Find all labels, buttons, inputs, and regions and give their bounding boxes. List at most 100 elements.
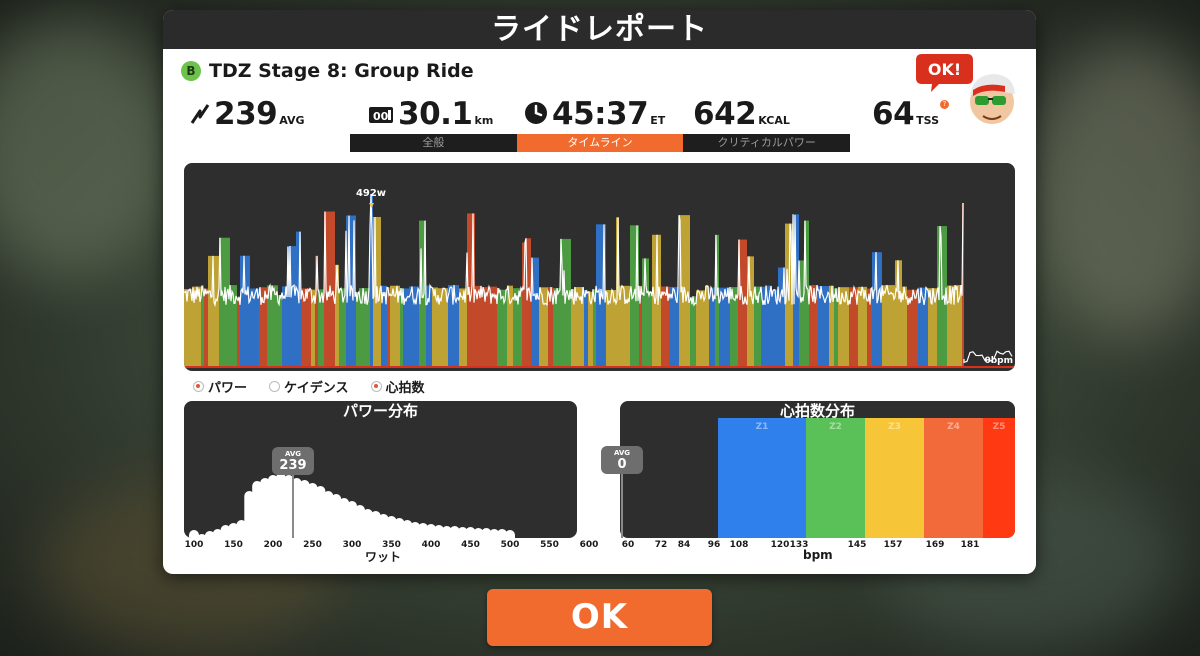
tab-timeline[interactable]: タイムライン <box>516 134 684 152</box>
power-avg-badge: AVG 239 <box>272 447 314 475</box>
route-category-badge: B <box>181 61 201 81</box>
heart-rate-zone-z2: Z2 <box>806 418 865 538</box>
ok-button[interactable]: OK <box>487 589 712 646</box>
modal-title: ライドレポート <box>163 10 1036 49</box>
heart-rate-distribution-chart: 心拍数分布 Z1 Z2 Z3 Z4 Z5 <box>620 401 1015 538</box>
avg-power-value: 239 <box>214 96 278 132</box>
clock-icon <box>525 102 547 124</box>
legend-heart-rate[interactable]: 心拍数 <box>370 377 425 396</box>
timeline-zone-segment <box>693 296 696 367</box>
hr-avg-line <box>621 472 623 538</box>
hr-avg-badge-value: 0 <box>617 457 627 472</box>
timeline-zone-segment <box>872 252 882 367</box>
svg-text:00: 00 <box>373 110 389 123</box>
peak-power-label: 492w <box>356 188 386 199</box>
background-blob <box>1030 40 1200 340</box>
legend-power[interactable]: パワー <box>193 377 247 396</box>
timeline-zone-segment <box>250 288 259 367</box>
distance-value: 30.1 <box>398 96 473 132</box>
timeline-zone-segment <box>301 288 311 367</box>
heart-rate-zone-z4: Z4 <box>924 418 983 538</box>
hr-x-tick: 108 <box>729 540 749 550</box>
legend-cadence-label: ケイデンス <box>284 381 349 396</box>
timeline-zone-segment <box>278 295 282 367</box>
timeline-zone-segment <box>335 264 339 367</box>
peak-marker-icon <box>369 203 374 208</box>
timeline-zone-segment <box>356 291 359 367</box>
timeline-zone-segment <box>459 288 467 367</box>
heart-rate-zone-z3: Z3 <box>865 418 924 538</box>
timeline-zone-segment <box>522 242 526 367</box>
hr-x-tick: 157 <box>883 540 903 550</box>
timeline-zone-segment <box>409 286 419 367</box>
report-tabs: 全般 タイムライン クリティカルパワー <box>350 134 851 152</box>
power-distribution-svg <box>189 473 515 538</box>
timeline-zone-segment <box>696 290 705 367</box>
power-distribution-title: パワー分布 <box>342 402 418 420</box>
hr-x-axis: 60 72 84 96 108 120 133 145 157 169 181 <box>163 540 1036 552</box>
ride-title-row: B TDZ Stage 8: Group Ride <box>181 59 474 83</box>
timeline-zone-segment <box>584 290 588 367</box>
timeline-zone-segment <box>649 291 652 367</box>
timeline-zone-segment <box>882 285 885 367</box>
timeline-zone-segment <box>475 285 482 367</box>
elapsed-time-unit: ET <box>650 114 666 127</box>
timeline-zone-segment <box>765 285 772 367</box>
heart-rate-distribution-title: 心拍数分布 <box>779 402 855 420</box>
speech-bubble-text: OK! <box>928 60 961 79</box>
timeline-zone-segment <box>204 288 208 367</box>
timeline-zone-segment <box>237 296 240 367</box>
radio-checked-icon <box>193 381 204 392</box>
legend-power-label: パワー <box>208 381 248 396</box>
hr-x-tick: 120 <box>770 540 790 550</box>
calories-value: 642 <box>693 96 757 132</box>
distance-unit: km <box>474 114 494 127</box>
timeline-zone-segment <box>858 286 867 367</box>
hr-x-tick: 169 <box>925 540 945 550</box>
ride-report-modal: ライドレポート B TDZ Stage 8: Group Ride 239 AV… <box>163 10 1036 574</box>
power-avg-line <box>292 472 294 538</box>
power-bolt-icon <box>190 104 210 124</box>
background-blob <box>0 20 180 280</box>
stat-power: 239 AVG <box>190 89 305 131</box>
timeline-zone-segment <box>507 285 513 367</box>
heart-rate-zone-z5: Z5 <box>983 418 1015 538</box>
timeline-zone-segment <box>709 287 715 367</box>
hr-x-tick: 60 <box>621 540 635 550</box>
legend-cadence[interactable]: ケイデンス <box>269 377 349 396</box>
timeline-zone-segment <box>690 297 693 367</box>
tab-overview[interactable]: 全般 <box>350 134 517 152</box>
avg-power-unit: AVG <box>279 114 305 127</box>
mascot-avatar: OK! <box>916 54 1015 124</box>
power-avg-badge-value: 239 <box>279 458 307 473</box>
ride-title: TDZ Stage 8: Group Ride <box>209 60 474 82</box>
tss-value: 64 <box>872 96 915 132</box>
elapsed-time-value: 45:37 <box>552 96 649 132</box>
timeline-zone-segment <box>184 289 192 367</box>
radio-checked-icon <box>370 381 382 392</box>
hr-avg-badge: AVG 0 <box>601 446 643 474</box>
tab-critical-power[interactable]: クリティカルパワー <box>683 134 851 152</box>
end-heart-rate-label: 0bpm <box>984 356 1013 366</box>
stat-time: 45:37 ET <box>524 89 665 131</box>
heart-rate-zones: Z1 Z2 Z3 Z4 Z5 <box>718 418 1015 538</box>
hr-x-tick: 181 <box>960 540 980 550</box>
timeline-zone-segment <box>539 287 548 367</box>
timeline-zone-segment <box>387 287 390 367</box>
hr-x-tick: 145 <box>847 540 867 550</box>
stat-distance: 00 30.1 km <box>368 89 493 131</box>
stat-calories: 642 KCAL <box>693 89 790 131</box>
calories-unit: KCAL <box>758 114 790 127</box>
chart-legend: パワー ケイデンス 心拍数 <box>193 377 447 396</box>
hr-x-tick: 72 <box>654 540 668 550</box>
hr-x-tick: 96 <box>707 540 721 550</box>
power-distribution-chart: パワー分布 <box>184 401 577 538</box>
legend-heart-rate-label: 心拍数 <box>385 381 425 396</box>
timeline-chart: 492w 0bpm <box>184 163 1015 371</box>
heart-rate-zone-z1: Z1 <box>718 418 806 538</box>
timeline-svg: 492w 0bpm <box>184 188 1015 368</box>
hr-x-axis-label: bpm <box>803 548 833 562</box>
odometer-icon: 00 <box>369 107 393 123</box>
radio-unchecked-icon <box>269 381 281 392</box>
power-distribution-bar <box>505 530 515 538</box>
